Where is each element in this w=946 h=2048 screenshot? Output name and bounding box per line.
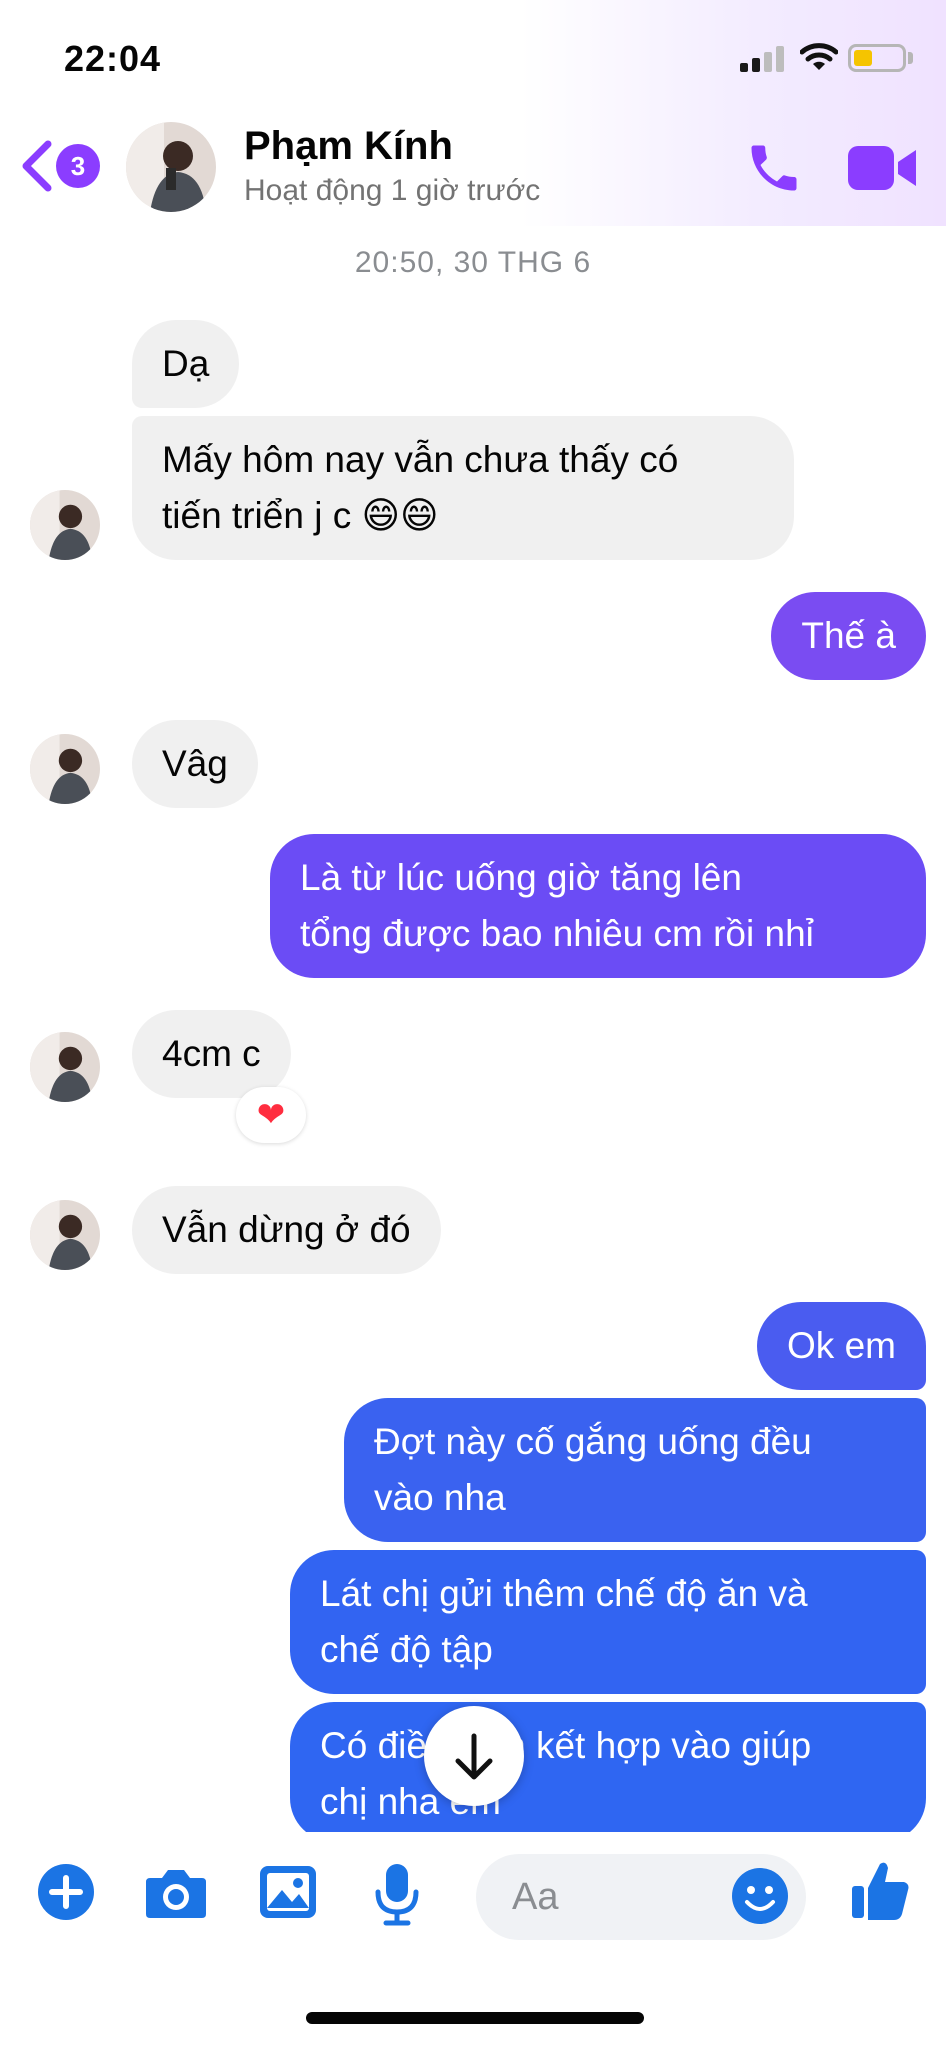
message-text: Dạ xyxy=(162,343,210,384)
camera-icon[interactable] xyxy=(144,1862,208,1922)
message-text: Mấy hôm nay vẫn chưa thấy có xyxy=(162,439,679,480)
microphone-icon[interactable] xyxy=(372,1862,422,1926)
message-text: Vâg xyxy=(162,743,228,784)
message-bubble-outgoing[interactable]: Thế à xyxy=(771,592,926,680)
message-text: chế độ tập xyxy=(320,1629,493,1670)
home-indicator xyxy=(306,2012,644,2024)
scroll-to-bottom-button[interactable] xyxy=(424,1706,524,1806)
message-text: Thế à xyxy=(801,615,896,656)
message-bubble-incoming[interactable]: Mấy hôm nay vẫn chưa thấy có tiến triển … xyxy=(132,416,794,560)
contact-activity-status: Hoạt động 1 giờ trước xyxy=(244,174,541,207)
image-icon[interactable] xyxy=(258,1862,318,1922)
message-text: tổng được bao nhiêu cm rồi nhỉ xyxy=(300,913,814,954)
back-button[interactable]: 3 xyxy=(20,136,104,196)
video-camera-icon[interactable] xyxy=(846,140,918,196)
message-text: Lát chị gửi thêm chế độ ăn và xyxy=(320,1573,808,1614)
thumbs-up-icon[interactable] xyxy=(850,1858,912,1922)
heart-reaction-icon[interactable]: ❤ xyxy=(236,1087,306,1143)
back-chevron-icon xyxy=(22,140,52,192)
message-text: Có điều kiện kết hợp vào giúp xyxy=(320,1725,812,1766)
message-text: 4cm c xyxy=(162,1033,261,1074)
message-bubble-outgoing[interactable]: Đợt này cố gắng uống đều vào nha xyxy=(344,1398,926,1542)
sender-avatar[interactable] xyxy=(30,1032,100,1102)
sender-avatar[interactable] xyxy=(30,1200,100,1270)
message-bubble-outgoing[interactable]: Có điều kiện kết hợp vào giúp chị nha em xyxy=(290,1702,926,1842)
message-bubble-incoming[interactable]: 4cm c xyxy=(132,1010,291,1098)
phone-icon[interactable] xyxy=(744,138,804,198)
conversation-timestamp: 20:50, 30 THG 6 xyxy=(354,246,592,279)
message-bubble-incoming[interactable]: Dạ xyxy=(132,320,240,408)
message-text: Vẫn dừng ở đó xyxy=(162,1209,411,1250)
message-bubble-outgoing[interactable]: Là từ lúc uống giờ tăng lên tổng được ba… xyxy=(270,834,926,978)
cellular-signal-icon xyxy=(740,46,784,72)
plus-icon[interactable] xyxy=(36,1862,96,1922)
message-text: tiến triển j c 😄😄 xyxy=(162,495,439,536)
message-bubble-outgoing[interactable]: Lát chị gửi thêm chế độ ăn và chế độ tập xyxy=(290,1550,926,1694)
message-bubble-incoming[interactable]: Vâg xyxy=(132,720,258,808)
message-text: Là từ lúc uống giờ tăng lên xyxy=(300,857,742,898)
sender-avatar[interactable] xyxy=(30,734,100,804)
arrow-down-icon xyxy=(455,1733,493,1780)
sender-avatar[interactable] xyxy=(30,490,100,560)
battery-icon xyxy=(848,44,906,72)
unread-count-badge: 3 xyxy=(56,144,100,188)
message-bubble-incoming[interactable]: Vẫn dừng ở đó xyxy=(132,1186,441,1274)
contact-name[interactable]: Phạm Kính xyxy=(244,124,453,169)
message-text: Ok em xyxy=(787,1325,896,1366)
wifi-icon xyxy=(800,43,838,70)
message-text: vào nha xyxy=(374,1477,506,1518)
message-text: Đợt này cố gắng uống đều xyxy=(374,1421,812,1462)
status-time: 22:04 xyxy=(64,38,162,79)
emoji-icon[interactable] xyxy=(730,1866,790,1926)
message-text: chị nha em xyxy=(320,1781,501,1822)
message-bubble-outgoing[interactable]: Ok em xyxy=(757,1302,926,1390)
contact-avatar[interactable] xyxy=(126,122,216,212)
